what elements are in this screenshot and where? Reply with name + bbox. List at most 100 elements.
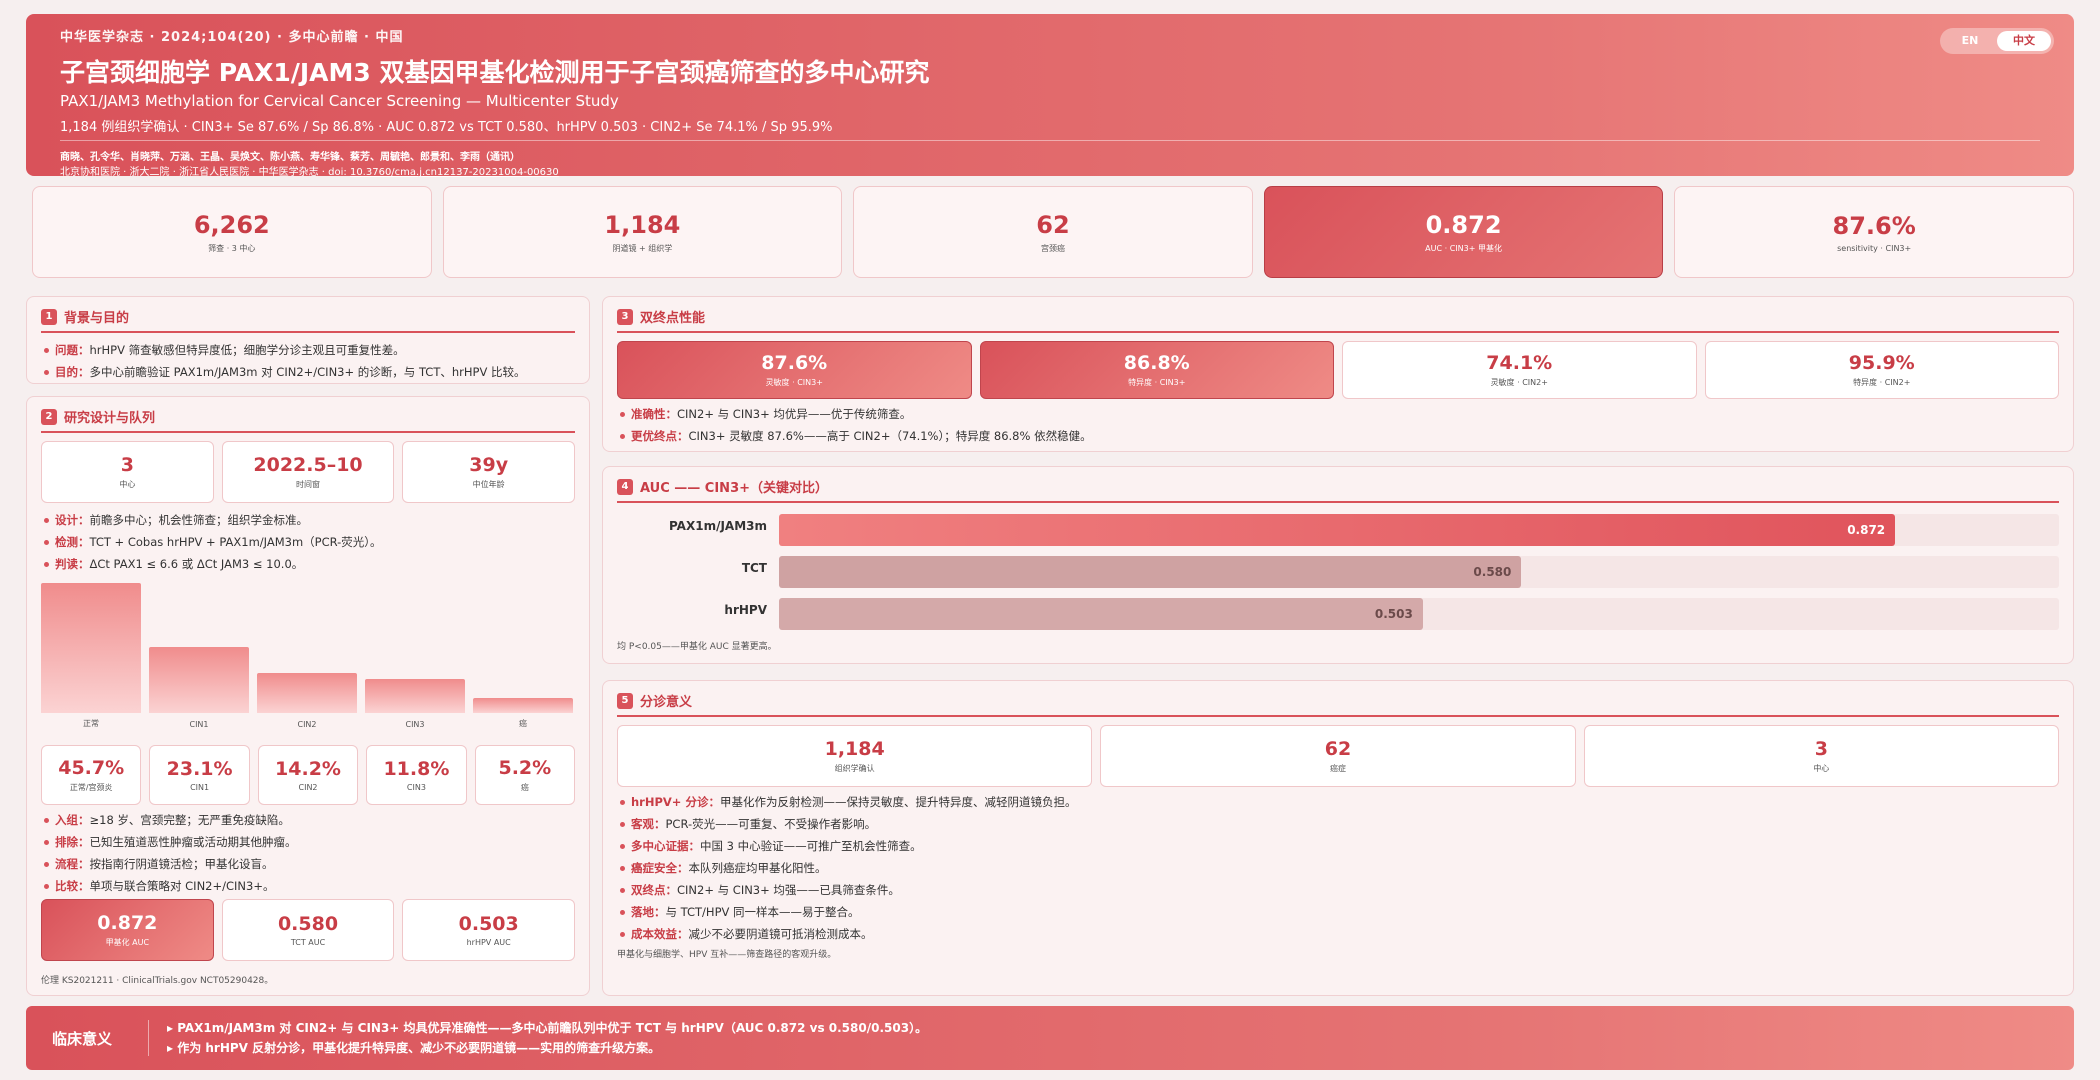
auc-label: 甲基化 AUC (105, 938, 150, 947)
lang-zh-button[interactable]: 中文 (1997, 31, 2051, 51)
triage-value: 62 (1324, 738, 1352, 760)
perf-value: 95.9% (1848, 352, 1915, 374)
list-item: 设计：前瞻多中心；机会性筛查；组织学金标准。 (41, 509, 575, 531)
distribution-bar (473, 698, 573, 713)
dist-card: 45.7% 正常/宫颈炎 (41, 745, 142, 805)
section-title: 1 背景与目的 (41, 307, 575, 333)
list-item: 落地：与 TCT/HPV 同一样本——易于整合。 (617, 901, 2059, 923)
bullet-list: 问题：hrHPV 筛查敏感但特异度低；细胞学分诊主观且可重复性差。 目的：多中心… (41, 339, 575, 383)
header-divider (60, 140, 2040, 141)
section-design: 2 研究设计与队列 3 中心 2022.5–10 时间窗 39y 中位年龄 设计：前瞻多… (26, 396, 590, 996)
doi-link[interactable]: 10.3760/cma.j.cn12137-20231004-00630 (350, 167, 559, 178)
item-text: 中国 3 中心验证——可推广至机会性筛查。 (700, 839, 922, 853)
auc-bar: 0.503 (779, 598, 1423, 630)
list-item: 判读：ΔCt PAX1 ≤ 6.6 或 ΔCt JAM3 ≤ 10.0。 (41, 553, 575, 575)
performance-card-highlight: 87.6% 灵敏度 · CIN3+ (617, 341, 972, 399)
stat-label: 中位年龄 (472, 480, 505, 489)
item-key: 入组： (55, 813, 90, 827)
kpi-value: 62 (1036, 210, 1070, 239)
section-title: 5 分诊意义 (617, 691, 2059, 717)
list-item: 入组：≥18 岁、宫颈完整；无严重免疫缺陷。 (41, 809, 575, 831)
item-key: hrHPV+ 分诊： (631, 795, 720, 809)
list-item: 流程：按指南行阴道镜活检；甲基化设盲。 (41, 853, 575, 875)
performance-cards: 87.6% 灵敏度 · CIN3+ 86.8% 特异度 · CIN3+ 74.1% 灵… (617, 341, 2059, 399)
affiliations: 北京协和医院 · 浙大二院 · 浙江省人民医院 · 中华医学杂志 · doi: … (60, 163, 559, 178)
auc-bar-value: 0.580 (1473, 565, 1512, 579)
list-item: 癌症安全：本队列癌症均甲基化阳性。 (617, 857, 2059, 879)
stat-label: 时间窗 (296, 480, 320, 489)
perf-label: 灵敏度 · CIN3+ (765, 378, 823, 387)
dist-label: CIN1 (190, 783, 210, 792)
distribution-bar-label: CIN1 (189, 720, 209, 729)
section-title-text: 分诊意义 (640, 695, 693, 710)
section-number: 3 (617, 308, 633, 325)
item-key: 流程： (55, 857, 90, 871)
design-cards: 3 中心 2022.5–10 时间窗 39y 中位年龄 (41, 441, 576, 503)
list-item: 检测：TCT + Cobas hrHPV + PAX1m/JAM3m（PCR-荧… (41, 531, 575, 553)
auc-bar-value: 0.872 (1847, 523, 1886, 537)
lang-en-button[interactable]: EN (1943, 31, 1997, 51)
summary-stats: 1,184 例组织学确认 · CIN3+ Se 87.6% / Sp 86.8%… (60, 120, 833, 135)
kpi-card: 87.6% sensitivity · CIN3+ (1674, 186, 2074, 278)
perf-value: 86.8% (1123, 352, 1190, 374)
item-key: 问题： (55, 343, 90, 357)
item-key: 准确性： (631, 407, 677, 421)
kpi-value: 87.6% (1832, 211, 1916, 240)
section-title-text: AUC —— CIN3+（关键对比） (640, 481, 829, 496)
language-toggle[interactable]: EN 中文 (1940, 28, 2054, 54)
auc-card-highlight: 0.872 甲基化 AUC (41, 899, 214, 961)
auc-bar-track: 0.872 (779, 514, 2059, 546)
footer-divider (148, 1020, 149, 1056)
item-key: 排除： (55, 835, 90, 849)
kpi-label: AUC · CIN3+ 甲基化 (1425, 243, 1502, 253)
section-number: 5 (617, 692, 633, 709)
list-item: 客观：PCR-荧光——可重复、不受操作者影响。 (617, 813, 2059, 835)
distribution-bar-chart: 正常 CIN1 CIN2 CIN3 癌 (41, 581, 575, 729)
bullet-list: 入组：≥18 岁、宫颈完整；无严重免疫缺陷。 排除：已知生殖道恶性肿瘤或活动期其… (41, 809, 575, 897)
bullet-list: 准确性：CIN2+ 与 CIN3+ 均优异——优于传统筛查。 更优终点：CIN3… (617, 403, 2059, 447)
list-item: 更优终点：CIN3+ 灵敏度 87.6%——高于 CIN2+（74.1%）；特异… (617, 425, 2059, 447)
perf-label: 灵敏度 · CIN2+ (1490, 378, 1548, 387)
performance-card-highlight: 86.8% 特异度 · CIN3+ (979, 341, 1334, 399)
authors: 商晓、孔令华、肖晓萍、万涵、王晶、吴焕文、陈小燕、寿华锋、蔡芳、周毓艳、郎景和、… (60, 152, 520, 163)
section-title: 2 研究设计与队列 (41, 407, 575, 433)
dist-label: CIN2 (298, 783, 318, 792)
item-text: ≥18 岁、宫颈完整；无严重免疫缺陷。 (89, 813, 290, 827)
auc-bar: 0.872 (779, 514, 1896, 546)
dist-card: 23.1% CIN1 (149, 745, 250, 805)
dist-value: 5.2% (498, 757, 552, 779)
item-text: 与 TCT/HPV 同一样本——易于整合。 (665, 905, 860, 919)
dist-label: CIN3 (406, 783, 426, 792)
section-title-text: 双终点性能 (640, 311, 706, 326)
kpi-card-highlight: 0.872 AUC · CIN3+ 甲基化 (1263, 186, 1664, 278)
triage-label: 癌症 (1329, 764, 1346, 773)
list-item: hrHPV+ 分诊：甲基化作为反射检测——保持灵敏度、提升特异度、减轻阴道镜负担… (617, 791, 2059, 813)
affiliation-text: 北京协和医院 · 浙大二院 · 浙江省人民医院 · 中华医学杂志 · doi: (60, 167, 347, 178)
auc-value: 0.503 (458, 913, 519, 935)
auc-bar-track: 0.580 (779, 556, 2059, 588)
item-key: 更优终点： (631, 429, 689, 443)
kpi-label: sensitivity · CIN3+ (1837, 243, 1912, 253)
distribution-bar-label: CIN2 (297, 720, 317, 729)
kpi-label: 筛查 · 3 中心 (208, 243, 256, 253)
stat-card: 2022.5–10 时间窗 (221, 441, 395, 503)
distribution-bar (257, 673, 357, 713)
triage-value: 3 (1814, 738, 1828, 760)
kpi-value: 0.872 (1425, 210, 1502, 239)
page-title: 子宫颈细胞学 PAX1/JAM3 双基因甲基化检测用于子宫颈癌筛查的多中心研究 (60, 58, 930, 87)
item-key: 成本效益： (631, 927, 689, 941)
perf-label: 特异度 · CIN3+ (1128, 378, 1186, 387)
list-item: 排除：已知生殖道恶性肿瘤或活动期其他肿瘤。 (41, 831, 575, 853)
item-text: CIN2+ 与 CIN3+ 均优异——优于传统筛查。 (677, 407, 912, 421)
kpi-card: 62 宫颈癌 (853, 186, 1253, 278)
list-item: 多中心证据：中国 3 中心验证——可推广至机会性筛查。 (617, 835, 2059, 857)
item-text: 多中心前瞻验证 PAX1m/JAM3m 对 CIN2+/CIN3+ 的诊断，与 … (89, 365, 526, 379)
distribution-cards: 45.7% 正常/宫颈炎 23.1% CIN1 14.2% CIN2 11.8% CIN… (41, 745, 576, 805)
section-performance: 3 双终点性能 87.6% 灵敏度 · CIN3+ 86.8% 特异度 · CIN3+… (602, 296, 2074, 452)
dist-value: 23.1% (166, 758, 233, 780)
kpi-row: 6,262 筛查 · 3 中心 1,184 阴道镜 + 组织学 62 宫颈癌 0.87… (32, 186, 2074, 278)
clinical-significance-banner: 临床意义 ▸ PAX1m/JAM3m 对 CIN2+ 与 CIN3+ 均具优异准… (26, 1006, 2074, 1070)
list-item: 比较：单项与联合策略对 CIN2+/CIN3+。 (41, 875, 575, 897)
perf-label: 特异度 · CIN2+ (1853, 378, 1911, 387)
distribution-bar (365, 679, 465, 713)
